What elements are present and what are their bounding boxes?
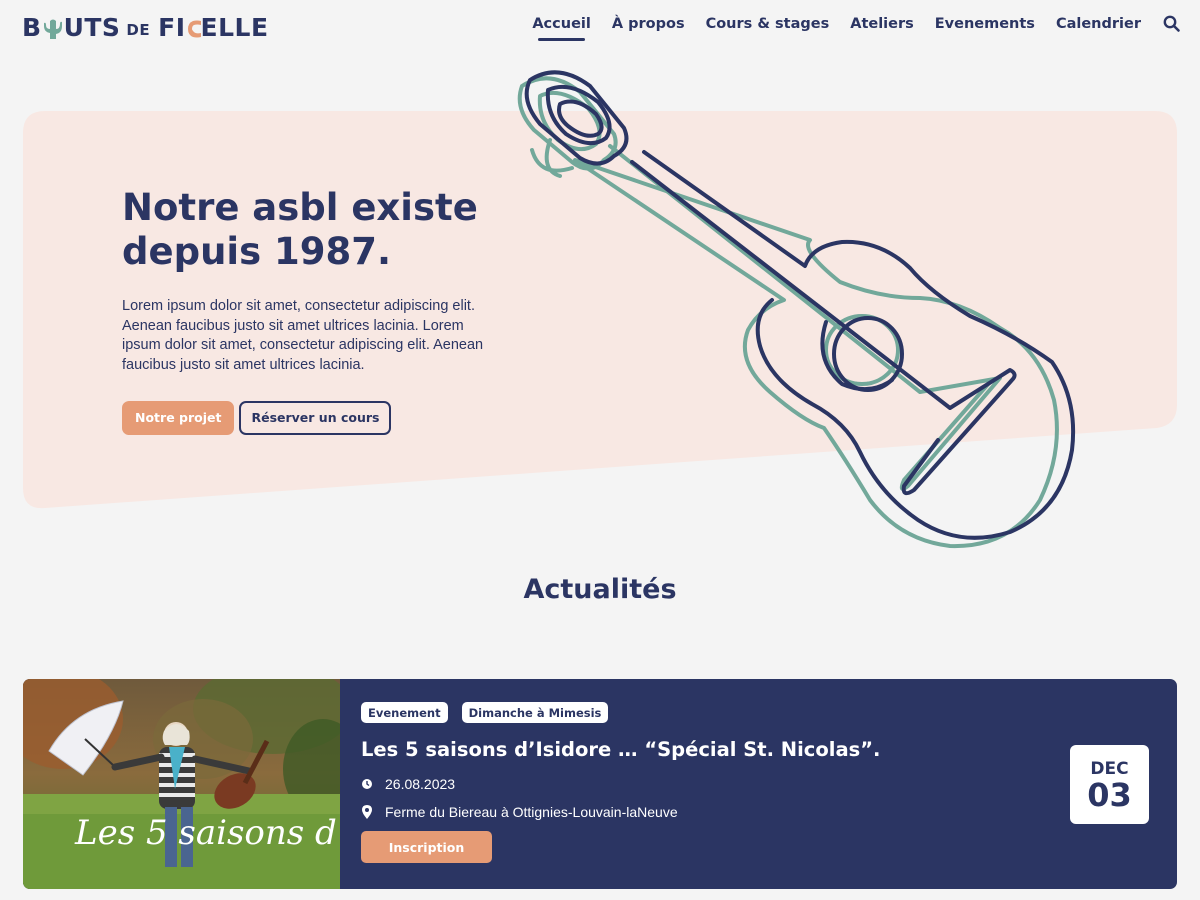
- tag-dimanche-mimesis[interactable]: Dimanche à Mimesis: [461, 702, 609, 723]
- cactus-logo-icon: [43, 17, 63, 39]
- inscription-button[interactable]: Inscription: [361, 831, 492, 863]
- site-logo[interactable]: B UTS DE FI ELLE: [22, 14, 269, 42]
- event-card[interactable]: Les 5 saisons d'Isidore Evenement Dimanc…: [23, 679, 1177, 889]
- event-photo: Les 5 saisons d'Isidore: [23, 679, 340, 889]
- nav-item-evenements[interactable]: Evenements: [935, 16, 1035, 32]
- tag-evenement[interactable]: Evenement: [361, 702, 448, 723]
- notre-projet-button[interactable]: Notre projet: [122, 400, 235, 435]
- event-details: Evenement Dimanche à Mimesis Les 5 saiso…: [340, 679, 1177, 889]
- event-location-row: Ferme du Biereau à Ottignies-Louvain-laN…: [361, 804, 1177, 820]
- site-header: B UTS DE FI ELLE Accueil À propos Cours …: [0, 0, 1200, 56]
- hero-description: Lorem ipsum dolor sit amet, consectetur …: [122, 298, 484, 374]
- reserver-cours-button[interactable]: Réserver un cours: [239, 400, 392, 435]
- date-badge-month: DEC: [1090, 758, 1129, 779]
- location-pin-icon: [362, 805, 372, 819]
- event-location: Ferme du Biereau à Ottignies-Louvain-laN…: [385, 804, 678, 820]
- nav-item-calendrier[interactable]: Calendrier: [1056, 16, 1141, 32]
- c-shape-logo-icon: [186, 17, 201, 39]
- search-icon[interactable]: [1162, 14, 1182, 34]
- logo-word-fi: FI: [158, 13, 186, 42]
- logo-word-elle: ELLE: [200, 13, 269, 42]
- nav-item-cours-stages[interactable]: Cours & stages: [706, 16, 830, 32]
- nav-item-a-propos[interactable]: À propos: [612, 16, 685, 32]
- nav-item-ateliers[interactable]: Ateliers: [850, 16, 914, 32]
- news-section-title: Actualités: [523, 574, 677, 605]
- hero-actions: Notre projet Réserver un cours: [122, 400, 502, 435]
- event-title[interactable]: Les 5 saisons d’Isidore … “Spécial St. N…: [361, 738, 1177, 761]
- event-photo-caption: Les 5 saisons d'Isidore: [74, 813, 340, 853]
- event-tags: Evenement Dimanche à Mimesis: [361, 702, 1177, 723]
- hero-title: Notre asbl existe depuis 1987.: [122, 186, 478, 273]
- logo-word-de: DE: [126, 21, 151, 39]
- logo-letter-b: B: [22, 13, 42, 42]
- clock-icon: [362, 779, 372, 789]
- logo-word-uts: UTS: [63, 13, 121, 42]
- hero-content: Notre asbl existe depuis 1987. Lorem ips…: [122, 186, 502, 435]
- nav-item-accueil[interactable]: Accueil: [532, 16, 591, 41]
- event-date-row: 26.08.2023: [361, 776, 1177, 792]
- event-date: 26.08.2023: [385, 776, 456, 792]
- event-date-badge: DEC 03: [1070, 745, 1149, 824]
- date-badge-day: 03: [1087, 775, 1132, 814]
- main-nav: Accueil À propos Cours & stages Ateliers…: [532, 0, 1200, 48]
